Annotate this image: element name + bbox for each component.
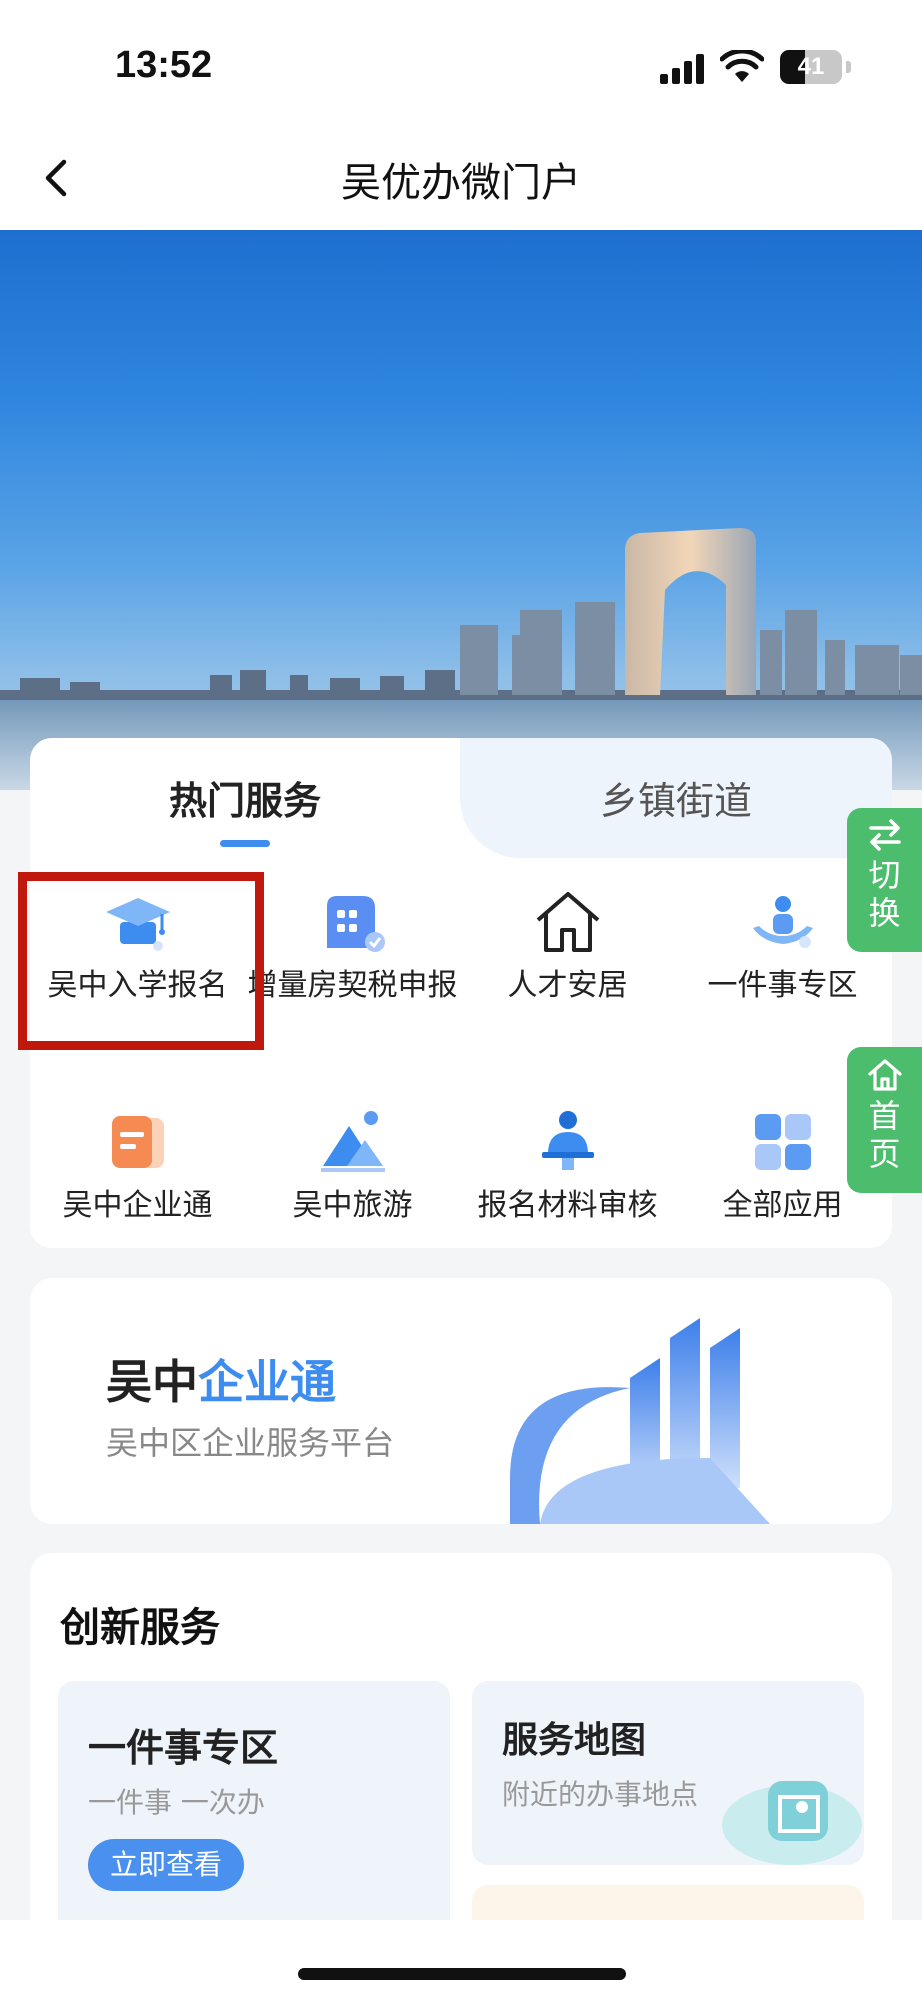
battery-tip — [846, 61, 851, 73]
home-button[interactable]: 首 页 — [847, 1047, 922, 1193]
bottom-safe-area — [0, 1920, 922, 2000]
service-map-subtitle: 附近的办事地点 — [502, 1778, 699, 1811]
page-title: 吴优办微门户 — [341, 160, 581, 206]
service-housing-deed-tax[interactable]: 增量房契税申报 — [245, 886, 460, 1008]
switch-button[interactable]: 切 换 — [847, 808, 922, 952]
tab-town-streets[interactable]: 乡镇街道 — [460, 738, 892, 858]
switch-label-1: 切 — [868, 856, 901, 894]
home-indicator[interactable] — [298, 1968, 626, 1980]
enterprise-title-part-1: 吴中 — [106, 1355, 198, 1409]
services-card: 乡镇街道 热门服务 吴中入学报名 增量房契税申报 人才安居 一件事专区 吴中企业… — [30, 738, 892, 1248]
swap-arrows-icon — [868, 819, 901, 851]
service-wuzhong-tourism[interactable]: 吴中旅游 — [245, 1106, 460, 1228]
nav-bar: 吴优办微门户 — [0, 130, 922, 230]
city-skyline-illustration — [0, 528, 922, 790]
battery-percent: 41 — [797, 53, 825, 80]
home-label-2: 页 — [868, 1135, 901, 1173]
wifi-icon — [720, 50, 764, 82]
enterprise-subtitle: 吴中区企业服务平台 — [106, 1424, 395, 1462]
service-wuzhong-enterprise[interactable]: 吴中企业通 — [30, 1106, 245, 1228]
innovation-heading: 创新服务 — [60, 1605, 220, 1651]
service-label: 人才安居 — [507, 968, 628, 1003]
view-now-button[interactable]: 立即查看 — [88, 1839, 244, 1891]
battery-icon: 41 — [780, 50, 842, 84]
map-pin-icon — [722, 1781, 862, 1865]
service-label: 吴中企业通 — [62, 1188, 213, 1223]
service-label: 报名材料审核 — [477, 1188, 658, 1223]
service-label: 一件事专区 — [707, 968, 858, 1003]
building-check-icon — [326, 896, 385, 952]
home-label-1: 首 — [868, 1097, 901, 1135]
enterprise-title-part-2: 企业通 — [198, 1355, 336, 1409]
banner-image — [0, 230, 922, 790]
home-icon — [867, 1059, 902, 1091]
service-wuzhong-enrollment[interactable]: 吴中入学报名 — [30, 886, 245, 1008]
house-icon — [536, 892, 599, 952]
graduation-cap-icon — [105, 898, 170, 951]
one-thing-title: 一件事专区 — [88, 1726, 279, 1770]
active-tab-indicator — [220, 840, 270, 847]
status-time: 13:52 — [115, 44, 213, 86]
hand-person-icon — [752, 896, 813, 948]
grid-icon — [754, 1114, 811, 1170]
worker-desk-icon — [541, 1111, 594, 1170]
service-label: 吴中入学报名 — [47, 968, 228, 1003]
tab-town-streets-label: 乡镇街道 — [599, 779, 752, 823]
switch-label-2: 换 — [868, 894, 901, 932]
tab-hot-services-label: 热门服务 — [168, 779, 321, 823]
one-thing-subtitle: 一件事 一次办 — [88, 1786, 265, 1819]
service-label: 增量房契税申报 — [247, 968, 458, 1003]
service-map-title: 服务地图 — [502, 1720, 647, 1761]
enterprise-title: 吴中企业通 — [106, 1346, 336, 1412]
cellular-signal-icon — [660, 54, 708, 84]
mountain-icon — [320, 1111, 385, 1172]
building-illustration — [510, 1318, 770, 1524]
service-talent-housing[interactable]: 人才安居 — [460, 886, 675, 1008]
service-enrollment-review[interactable]: 报名材料审核 — [460, 1106, 675, 1228]
service-map-card[interactable]: 服务地图 附近的办事地点 — [472, 1681, 864, 1865]
enterprise-platform-card[interactable]: 吴中企业通 吴中区企业服务平台 — [30, 1278, 892, 1524]
document-icon — [111, 1116, 164, 1168]
status-bar: 13:52 41 — [0, 0, 922, 130]
service-label: 吴中旅游 — [292, 1188, 413, 1223]
